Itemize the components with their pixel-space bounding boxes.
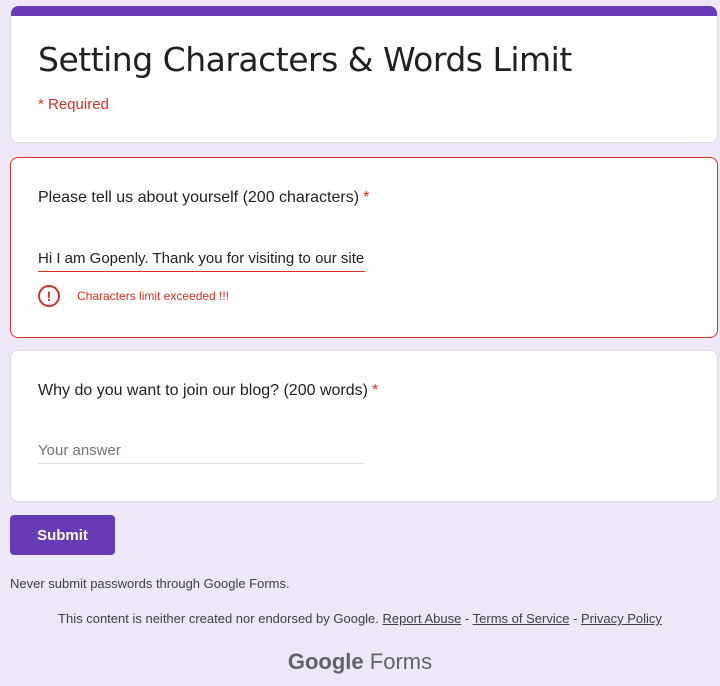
error-message-row: ! Characters limit exceeded !!! [38,285,229,307]
password-warning: Never submit passwords through Google Fo… [10,576,290,591]
error-message: Characters limit exceeded !!! [77,289,230,303]
accent-bar [11,6,717,16]
question-title: Please tell us about yourself (200 chara… [38,189,369,207]
required-asterisk: * [371,382,379,399]
question-title: Why do you want to join our blog? (200 w… [38,382,378,400]
form-header-card: Setting Characters & Words Limit * Requi… [10,6,718,143]
question-label: Why do you want to join our blog? (200 w… [38,382,368,399]
question-card-join-blog: Why do you want to join our blog? (200 w… [10,350,718,502]
required-asterisk: * [363,189,370,206]
form-title: Setting Characters & Words Limit [38,40,572,79]
logo-brand: Google [287,649,364,674]
question-card-about-yourself: Please tell us about yourself (200 chara… [10,157,718,338]
privacy-policy-link[interactable]: Privacy Policy [581,611,662,626]
required-note: * Required [38,96,109,113]
join-blog-input[interactable] [38,442,365,464]
report-abuse-link[interactable]: Report Abuse [383,611,462,626]
disclaimer-line: This content is neither created nor endo… [0,611,720,626]
google-forms-logo[interactable]: Google Forms [0,649,720,675]
submit-button[interactable]: Submit [10,515,115,555]
about-yourself-input[interactable] [38,250,365,272]
form-page: Setting Characters & Words Limit * Requi… [0,0,720,686]
logo-product: Forms [369,649,433,674]
error-exclamation-icon: ! [38,285,60,307]
terms-of-service-link[interactable]: Terms of Service [473,611,570,626]
disclaimer-text: This content is neither created nor endo… [58,611,379,626]
separator: - [461,611,473,626]
separator: - [569,611,582,626]
question-label: Please tell us about yourself (200 chara… [38,189,360,206]
